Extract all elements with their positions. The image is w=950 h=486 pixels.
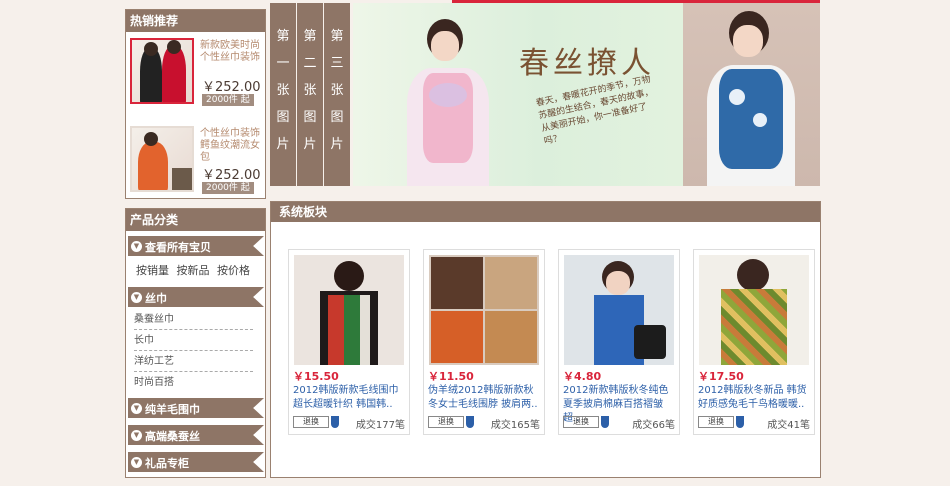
products-panel: 系统板块 ￥15.50 2012韩版新款毛线围巾 超长超暖针织 韩国韩.. 退换…	[270, 201, 821, 478]
shield-icon	[466, 416, 474, 428]
sort-by-price-link[interactable]: 按价格	[217, 264, 250, 277]
products-title: 系统板块	[271, 202, 820, 222]
banner-model-left	[393, 13, 503, 186]
return-badge: 退换	[698, 416, 734, 428]
category-panel: 产品分类 ▼ 查看所有宝贝 按销量 按新品 按价格 ▼ 丝巾 桑蚕丝巾 长巾 洋…	[125, 208, 266, 478]
category-all[interactable]: ▼ 查看所有宝贝	[126, 236, 265, 258]
product-name[interactable]: 2012韩版秋冬新品 韩货好质感兔毛千鸟格暖暖..	[698, 384, 812, 412]
banner-poem: 春天，春暖花开的季节，万物苏醒的生结合，春天的故事，从美丽开始，你一准备好了吗？	[535, 74, 655, 147]
chevron-down-icon: ▼	[131, 403, 142, 414]
product-image[interactable]	[429, 255, 539, 365]
product-card[interactable]: ￥17.50 2012韩版秋冬新品 韩货好质感兔毛千鸟格暖暖.. 退换 成交41…	[693, 249, 815, 435]
product-card[interactable]: ￥4.80 2012新款韩版秋冬纯色夏季披肩棉麻百搭褶皱超.. 退换 成交66笔	[558, 249, 680, 435]
banner-model-right	[683, 3, 820, 186]
banner-tab-3[interactable]: 第 三 张 图 片	[324, 3, 350, 186]
category-wool[interactable]: ▼ 纯羊毛围巾	[126, 398, 265, 420]
product-card[interactable]: ￥11.50 伪羊绒2012韩版新款秋冬女士毛线围脖 披肩两.. 退换 成交16…	[423, 249, 545, 435]
product-sold-count: 成交41笔	[767, 420, 810, 431]
product-name[interactable]: 2012韩版新款毛线围巾 超长超暖针织 韩国韩..	[293, 384, 407, 412]
sort-by-sales-link[interactable]: 按销量	[136, 264, 169, 277]
category-title: 产品分类	[126, 209, 265, 231]
hot-item[interactable]: 个性丝巾装饰鳄鱼纹潮流女包 ￥252.00 2000件 起	[130, 126, 265, 206]
product-sold-count: 成交66笔	[632, 420, 675, 431]
category-silk[interactable]: ▼ 丝巾	[126, 287, 265, 309]
banner-tab-1[interactable]: 第 一 张 图 片	[270, 3, 296, 186]
product-price: ￥17.50	[698, 370, 744, 383]
product-image[interactable]	[699, 255, 809, 365]
product-price: ￥11.50	[428, 370, 474, 383]
product-image[interactable]	[294, 255, 404, 365]
hot-item-image[interactable]	[130, 38, 194, 104]
chevron-down-icon: ▼	[131, 457, 142, 468]
hot-item-name[interactable]: 新款欧美时尚个性丝巾装饰	[200, 40, 264, 64]
product-sold-count: 成交177笔	[355, 420, 405, 431]
subcategory-link[interactable]: 长巾	[134, 330, 253, 351]
chevron-down-icon: ▼	[131, 292, 142, 303]
banner-tabs: 第 一 张 图 片 第 二 张 图 片 第 三 张 图 片	[270, 3, 353, 186]
banner-title: 春丝撩人	[519, 46, 655, 81]
shield-icon	[736, 416, 744, 428]
product-sold-count: 成交165笔	[490, 420, 540, 431]
hot-sales-title: 热销推荐	[126, 10, 265, 32]
hot-item[interactable]: 新款欧美时尚个性丝巾装饰 ￥252.00 2000件 起	[130, 38, 265, 118]
sort-by-new-link[interactable]: 按新品	[177, 264, 210, 277]
product-price: ￥4.80	[563, 370, 602, 383]
hot-item-name[interactable]: 个性丝巾装饰鳄鱼纹潮流女包	[200, 128, 264, 164]
banner-slide[interactable]: 春丝撩人 春天，春暖花开的季节，万物苏醒的生结合，春天的故事，从美丽开始，你一准…	[353, 3, 820, 186]
return-badge: 退换	[293, 416, 329, 428]
return-badge: 退换	[563, 416, 599, 428]
hot-sales-panel: 热销推荐 新款欧美时尚个性丝巾装饰 ￥252.00 2000件 起 个性丝巾装饰…	[125, 9, 266, 199]
hot-item-image[interactable]	[130, 126, 194, 192]
shield-icon	[331, 416, 339, 428]
shield-icon	[601, 416, 609, 428]
subcategory-link[interactable]: 洋纺工艺	[134, 351, 253, 372]
hot-item-min-order: 2000件 起	[202, 94, 254, 106]
subcategory-link[interactable]: 桑蚕丝巾	[134, 309, 253, 330]
banner-tab-2[interactable]: 第 二 张 图 片	[297, 3, 323, 186]
product-price: ￥15.50	[293, 370, 339, 383]
chevron-down-icon: ▼	[131, 241, 142, 252]
subcategory-link[interactable]: 时尚百搭	[134, 372, 253, 393]
hot-item-price: ￥252.00	[202, 80, 261, 95]
hot-item-min-order: 2000件 起	[202, 182, 254, 194]
product-name[interactable]: 伪羊绒2012韩版新款秋冬女士毛线围脖 披肩两..	[428, 384, 542, 412]
category-gift[interactable]: ▼ 礼品专柜	[126, 452, 265, 474]
product-card[interactable]: ￥15.50 2012韩版新款毛线围巾 超长超暖针织 韩国韩.. 退换 成交17…	[288, 249, 410, 435]
return-badge: 退换	[428, 416, 464, 428]
product-image[interactable]	[564, 255, 674, 365]
hot-item-price: ￥252.00	[202, 168, 261, 183]
category-premium-silk[interactable]: ▼ 高端桑蚕丝	[126, 425, 265, 447]
quick-sort-links: 按销量 按新品 按价格	[126, 258, 265, 282]
chevron-down-icon: ▼	[131, 430, 142, 441]
